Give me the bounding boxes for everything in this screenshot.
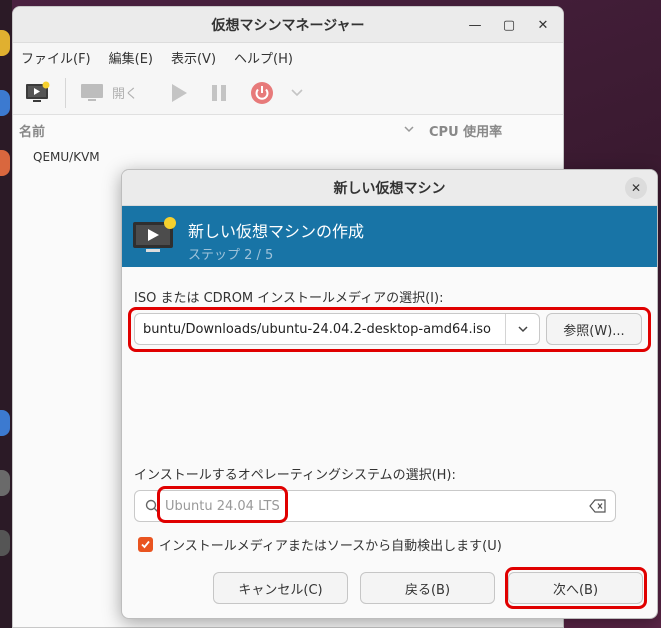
os-label: インストールするオペレーティングシステムの選択(H): xyxy=(134,468,456,483)
dock-app-icon[interactable] xyxy=(0,30,10,56)
next-button[interactable]: 次へ(B) xyxy=(508,572,643,604)
iso-label: ISO または CDROM インストールメディアの選択(I): xyxy=(134,291,444,306)
dock-app-icon[interactable] xyxy=(0,150,10,176)
dialog-banner: 新しい仮想マシンの作成 ステップ 2 / 5 xyxy=(122,206,657,267)
search-icon xyxy=(145,499,159,513)
dock-app-icon[interactable] xyxy=(0,410,10,436)
autodetect-label: インストールメディアまたはソースから自動検出します(U) xyxy=(159,539,502,554)
dialog-close-icon[interactable]: ✕ xyxy=(625,177,647,199)
dock-app-icon[interactable] xyxy=(0,90,10,116)
new-vm-dialog: 新しい仮想マシン ✕ 新しい仮想マシンの作成 ステップ 2 / 5 ISO また… xyxy=(121,169,658,619)
banner-step: ステップ 2 / 5 xyxy=(188,248,274,263)
cancel-button[interactable]: キャンセル(C) xyxy=(213,572,348,604)
os-search-input[interactable]: Ubuntu 24.04 LTS xyxy=(134,490,616,522)
connection-label: QEMU/KVM xyxy=(33,150,100,164)
sort-chevron-icon[interactable] xyxy=(403,123,415,138)
maximize-icon[interactable]: ▢ xyxy=(497,13,521,37)
menu-help[interactable]: ヘルプ(H) xyxy=(234,48,293,67)
play-icon[interactable] xyxy=(170,83,188,103)
cancel-label: キャンセル(C) xyxy=(238,582,323,598)
browse-label: 参照(W)... xyxy=(563,323,625,339)
dock-app-icon[interactable] xyxy=(0,470,10,496)
dialog-titlebar[interactable]: 新しい仮想マシン ✕ xyxy=(122,170,657,206)
dialog-title: 新しい仮想マシン xyxy=(333,180,446,197)
chevron-down-icon[interactable] xyxy=(290,88,304,98)
menubar: ファイル(F) 編集(E) 表示(V) ヘルプ(H) xyxy=(13,43,563,71)
menu-file[interactable]: ファイル(F) xyxy=(21,48,91,67)
dock xyxy=(0,0,12,628)
main-titlebar[interactable]: 仮想マシンマネージャー — ▢ ✕ xyxy=(13,7,563,43)
menu-view[interactable]: 表示(V) xyxy=(171,48,216,67)
power-icon[interactable] xyxy=(250,81,274,105)
os-value: Ubuntu 24.04 LTS xyxy=(165,498,280,514)
back-label: 戻る(B) xyxy=(404,582,451,598)
next-label: 次へ(B) xyxy=(552,582,599,598)
main-window-title: 仮想マシンマネージャー xyxy=(211,17,365,34)
clear-icon[interactable] xyxy=(589,499,607,517)
new-vm-icon[interactable] xyxy=(25,81,51,105)
checkbox-checked-icon[interactable] xyxy=(138,537,153,552)
open-button-label[interactable]: 開く xyxy=(112,83,138,102)
pause-icon[interactable] xyxy=(210,83,228,103)
new-vm-banner-icon xyxy=(132,216,178,262)
console-icon[interactable] xyxy=(80,82,104,104)
vm-list-header: 名前 CPU 使用率 xyxy=(13,115,563,145)
back-button[interactable]: 戻る(B) xyxy=(360,572,495,604)
banner-title: 新しい仮想マシンの作成 xyxy=(188,222,365,241)
column-name[interactable]: 名前 xyxy=(19,121,45,140)
chevron-down-icon[interactable] xyxy=(505,314,539,344)
connection-row[interactable]: QEMU/KVM xyxy=(13,145,563,169)
dock-app-icon[interactable] xyxy=(0,530,10,556)
browse-button[interactable]: 参照(W)... xyxy=(546,313,642,345)
iso-path-combo[interactable]: buntu/Downloads/ubuntu-24.04.2-desktop-a… xyxy=(134,313,540,345)
menu-edit[interactable]: 編集(E) xyxy=(109,48,153,67)
autodetect-checkbox[interactable]: インストールメディアまたはソースから自動検出します(U) xyxy=(138,535,502,554)
window-controls: — ▢ ✕ xyxy=(463,7,555,43)
close-icon[interactable]: ✕ xyxy=(531,13,555,37)
minimize-icon[interactable]: — xyxy=(463,13,487,37)
toolbar: 開く xyxy=(13,71,563,115)
column-cpu-usage[interactable]: CPU 使用率 xyxy=(429,121,502,140)
toolbar-separator xyxy=(65,77,66,108)
iso-path-value[interactable]: buntu/Downloads/ubuntu-24.04.2-desktop-a… xyxy=(135,322,505,337)
